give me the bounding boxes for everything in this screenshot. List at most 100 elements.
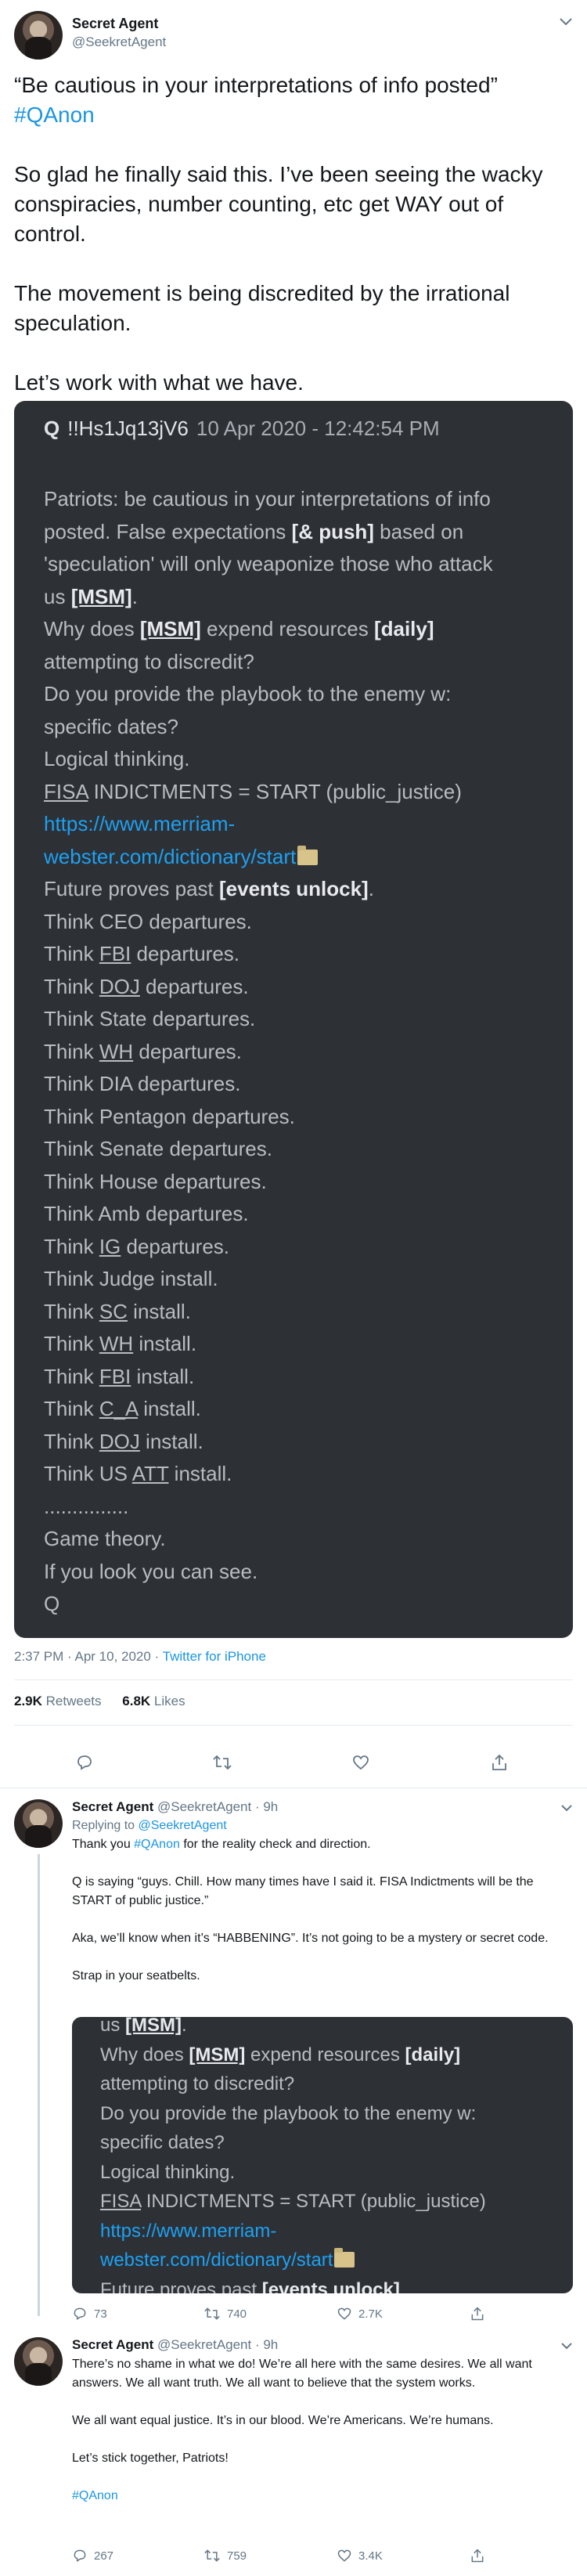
q-line: ............... <box>44 1494 129 1518</box>
q-post-image-crop[interactable]: us [MSM]. Why does [MSM] expend resource… <box>72 2017 573 2293</box>
reply-action-bar: 267 759 3.4K <box>72 2548 573 2567</box>
author-handle[interactable]: @SeekretAgent <box>157 2337 251 2352</box>
q-line: If you look you can see. <box>44 1559 258 1583</box>
q-line: Why does [MSM] expend resources [daily] <box>44 617 434 640</box>
tweet-paragraph: There’s no shame in what we do! We’re al… <box>72 2358 532 2390</box>
q-post-header: Q !!Hs1Jq13jV6 10 Apr 2020 - 12:42:54 PM <box>44 417 440 441</box>
q-line: Patriots: be cautious in your interpreta… <box>44 487 491 511</box>
tweet-paragraph: Aka, we’ll know when it’s “HABBENING”. I… <box>72 1932 549 1945</box>
q-post-image[interactable]: Q !!Hs1Jq13jV6 10 Apr 2020 - 12:42:54 PM P… <box>14 401 573 1638</box>
like-icon <box>337 2307 351 2320</box>
reply-text: There’s no shame in what we do! We’re al… <box>72 2355 573 2524</box>
like-count: 2.7K <box>358 2307 383 2321</box>
q-line: Do you provide the playbook to the enemy… <box>44 682 452 705</box>
timestamp-text[interactable]: 2:37 PM · Apr 10, 2020 · <box>14 1649 163 1664</box>
tweet-paragraph: “Be cautious in your interpretations of … <box>14 70 573 130</box>
like-count: 3.4K <box>358 2549 383 2563</box>
replying-to: Replying to @SeekretAgent <box>72 1819 227 1832</box>
q-line: Think State departures. <box>44 1007 256 1030</box>
likes-stat[interactable]: 6.8K Likes <box>122 1694 185 1708</box>
q-line: Think Judge install. <box>44 1267 218 1290</box>
hashtag-link[interactable]: #QAnon <box>72 2487 573 2506</box>
source-link[interactable]: Twitter for iPhone <box>163 1649 266 1664</box>
retweet-icon[interactable] <box>212 1752 232 1773</box>
tweet-paragraph: Strap in your seatbelts. <box>72 1969 200 1983</box>
q-line: Think DIA departures. <box>44 1072 241 1095</box>
retweet-icon <box>204 2307 220 2320</box>
q-line: posted. False expectations [& push] base… <box>44 519 464 543</box>
like-button[interactable]: 2.7K <box>337 2306 383 2322</box>
avatar[interactable] <box>14 2337 63 2386</box>
q-line: Think C_A install. <box>44 1397 201 1420</box>
reply-header: Secret Agent @SeekretAgent · 9h <box>72 2337 278 2353</box>
reply-button[interactable]: 73 <box>72 2306 107 2322</box>
tweet-stats: 2.9K Retweets 6.8K Likes <box>14 1694 185 1709</box>
q-name: Q <box>44 417 60 440</box>
hashtag-link[interactable]: #QAnon <box>134 1838 180 1851</box>
tweet-paragraph: We all want equal justice. It’s in our b… <box>72 2414 494 2427</box>
reply-icon[interactable] <box>74 1752 95 1773</box>
share-icon <box>471 2307 484 2321</box>
reply-text: Replying to @SeekretAgent Thank you #QAn… <box>72 1817 573 2004</box>
retweet-count: 759 <box>227 2549 247 2563</box>
q-line: Think IG departures. <box>44 1234 230 1258</box>
merriam-webster-link[interactable]: webster.com/dictionary/start <box>44 845 296 868</box>
chevron-down-icon[interactable] <box>560 2337 573 2354</box>
q-line: Why does [MSM] expend resources [daily] <box>100 2044 461 2065</box>
tweet-paragraph: Thank you #QAnon for the reality check a… <box>72 1838 371 1851</box>
retweet-button[interactable]: 740 <box>203 2306 247 2322</box>
q-line: Think WH install. <box>44 1332 197 1355</box>
mention-link[interactable]: @SeekretAgent <box>139 1819 227 1832</box>
q-line: specific dates? <box>100 2132 225 2153</box>
q-line: attempting to discredit? <box>100 2073 295 2094</box>
merriam-webster-link[interactable]: https://www.merriam- <box>44 808 553 841</box>
folder-icon <box>297 845 319 865</box>
like-button[interactable]: 3.4K <box>337 2548 383 2563</box>
hashtag-link[interactable]: #QAnon <box>14 103 95 127</box>
author-handle[interactable]: @SeekretAgent <box>157 1799 251 1814</box>
tweet-thread-page: Secret Agent @SeekretAgent “Be cautious … <box>0 0 587 2576</box>
q-line: Think DOJ departures. <box>44 974 249 998</box>
author-name[interactable]: Secret Agent <box>72 1799 153 1814</box>
author-name[interactable]: Secret Agent <box>72 16 158 32</box>
reply-icon <box>74 2307 86 2320</box>
main-tweet-text: “Be cautious in your interpretations of … <box>14 70 573 428</box>
q-tripcode: !!Hs1Jq13jV6 <box>67 417 189 440</box>
thread-line <box>38 1854 40 2316</box>
reply-button[interactable]: 267 <box>72 2548 113 2563</box>
tweet-time[interactable]: · 9h <box>251 1799 278 1814</box>
share-button[interactable] <box>470 2548 485 2563</box>
share-button[interactable] <box>470 2306 485 2322</box>
quote-line: “Be cautious in your interpretations of … <box>14 73 498 97</box>
retweets-stat[interactable]: 2.9K Retweets <box>14 1694 102 1708</box>
q-line: Game theory. <box>44 1527 166 1550</box>
q-line: specific dates? <box>44 714 178 738</box>
avatar[interactable] <box>14 11 63 60</box>
tweet-time[interactable]: · 9h <box>251 2337 278 2352</box>
share-icon[interactable] <box>489 1752 510 1773</box>
retweet-button[interactable]: 759 <box>203 2548 247 2563</box>
like-icon[interactable] <box>351 1752 371 1773</box>
divider <box>14 1725 573 1726</box>
avatar[interactable] <box>14 1799 63 1848</box>
chevron-down-icon[interactable] <box>560 1799 573 1816</box>
tweet-paragraph: The movement is being discredited by the… <box>14 281 510 335</box>
merriam-webster-link[interactable]: https://www.merriam- <box>100 2217 562 2246</box>
retweet-icon <box>204 2549 220 2562</box>
q-post-text: Patriots: be cautious in your interpreta… <box>44 483 553 1621</box>
q-line: FISA INDICTMENTS = START (public_justice… <box>100 2191 486 2212</box>
q-line: Think WH departures. <box>44 1039 242 1063</box>
q-line: Think House departures. <box>44 1169 267 1193</box>
q-line: Think CEO departures. <box>44 909 252 933</box>
merriam-webster-link[interactable]: webster.com/dictionary/start <box>100 2249 333 2271</box>
q-line: Think Amb departures. <box>44 1202 249 1225</box>
q-line: Future proves past [events unlock]. <box>44 877 374 900</box>
author-name[interactable]: Secret Agent <box>72 2337 153 2352</box>
q-line: us [MSM]. <box>44 584 138 608</box>
author-handle[interactable]: @SeekretAgent <box>72 34 166 50</box>
chevron-down-icon[interactable] <box>559 14 573 31</box>
q-line: Future proves past [events unlock] <box>100 2278 400 2294</box>
q-line: Logical thinking. <box>100 2161 236 2183</box>
share-icon <box>471 2549 484 2563</box>
q-line: Think FBI departures. <box>44 942 240 965</box>
